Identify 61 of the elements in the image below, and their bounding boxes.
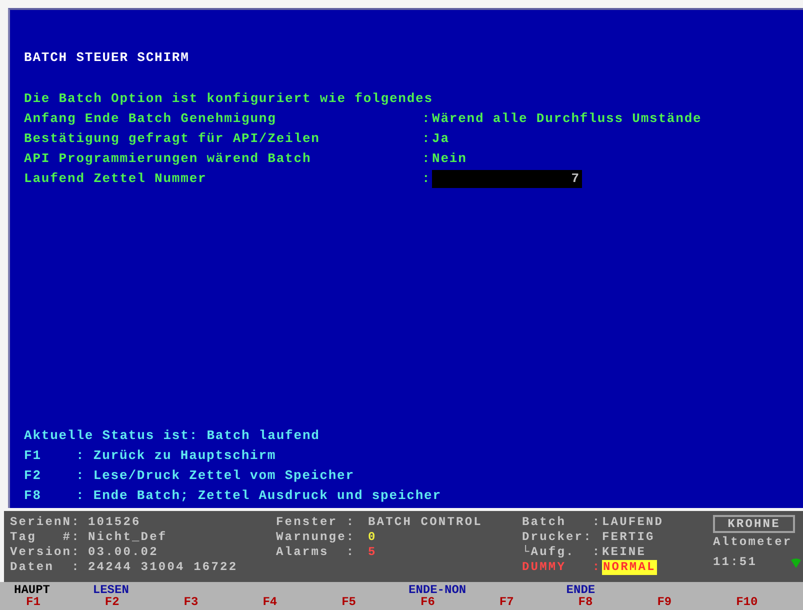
- setting-value: Nein: [432, 150, 467, 168]
- key-name: F8: [24, 487, 42, 505]
- function-key[interactable]: F4: [250, 596, 278, 608]
- status-value: 0: [368, 530, 377, 545]
- status-label: DUMMY :: [522, 560, 602, 575]
- status-value: FERTIG: [602, 530, 655, 545]
- function-key[interactable]: F10: [724, 596, 758, 608]
- status-label: Tag #:: [10, 530, 82, 545]
- function-key-label[interactable]: LESEN: [92, 584, 129, 596]
- status-label: Drucker:: [522, 530, 594, 545]
- separator: :: [422, 130, 432, 148]
- status-value: Nicht_Def: [88, 530, 168, 545]
- status-label: Warnunge:: [276, 530, 356, 545]
- screen-title: BATCH STEUER SCHIRM: [24, 49, 190, 67]
- setting-label: Bestätigung gefragt für API/Zeilen: [24, 130, 321, 148]
- separator: :: [422, 110, 432, 128]
- function-key[interactable]: F1: [14, 596, 40, 608]
- status-value: LAUFEND: [602, 515, 664, 530]
- status-value: 101526: [88, 515, 141, 530]
- status-value: NORMAL: [602, 560, 657, 575]
- key-name: F1: [24, 447, 42, 465]
- key-name: F2: [24, 467, 42, 485]
- status-value: BATCH CONTROL: [368, 515, 482, 530]
- key-description: : Ende Batch; Zettel Ausdruck und speicher: [76, 487, 442, 505]
- product-name: Altometer: [713, 535, 794, 550]
- status-value: 03.00.02: [88, 545, 158, 560]
- status-label: Daten :: [10, 560, 82, 575]
- setting-value: Wärend alle Durchfluss Umstände: [432, 110, 702, 128]
- setting-value: Ja: [432, 130, 450, 148]
- function-key[interactable]: F3: [172, 596, 198, 608]
- function-key-label[interactable]: HAUPT: [14, 584, 50, 596]
- function-key[interactable]: F6: [408, 596, 435, 608]
- status-label: Version:: [10, 545, 82, 560]
- status-label: Alarms :: [276, 545, 356, 560]
- status-value: 24244 31004 16722: [88, 560, 238, 575]
- function-key[interactable]: F5: [330, 596, 356, 608]
- separator: :: [422, 150, 432, 168]
- setting-label: API Programmierungen wärend Batch: [24, 150, 312, 168]
- status-value: KEINE: [602, 545, 646, 560]
- function-key[interactable]: F8: [566, 596, 593, 608]
- function-key-label[interactable]: ENDE: [566, 584, 596, 596]
- function-key[interactable]: F2: [92, 596, 120, 608]
- status-label: Fenster :: [276, 515, 356, 530]
- status-label: SerienN:: [10, 515, 82, 530]
- key-description: : Lese/Druck Zettel vom Speicher: [76, 467, 354, 485]
- input-field[interactable]: 7: [432, 170, 582, 188]
- clock-time: 11:51: [713, 555, 758, 570]
- key-description: : Zurück zu Hauptschirm: [76, 447, 276, 465]
- status-value: 5: [368, 545, 377, 560]
- status-label: Batch :: [522, 515, 602, 530]
- brand-label: KROHNE: [713, 515, 795, 533]
- function-key-label[interactable]: ENDE-NON: [408, 584, 466, 596]
- setting-label: Anfang Ende Batch Genehmigung: [24, 110, 278, 128]
- function-key[interactable]: F7: [487, 596, 514, 608]
- separator: :: [422, 170, 432, 188]
- status-led-icon: [791, 558, 801, 568]
- status-text: Aktuelle Status ist: Batch laufend: [24, 427, 321, 445]
- status-label: └Aufg. :: [522, 545, 602, 560]
- setting-label: Laufend Zettel Nummer: [24, 170, 208, 188]
- intro-text: Die Batch Option ist konfiguriert wie folgendes: [24, 90, 434, 108]
- function-key[interactable]: F9: [645, 596, 672, 608]
